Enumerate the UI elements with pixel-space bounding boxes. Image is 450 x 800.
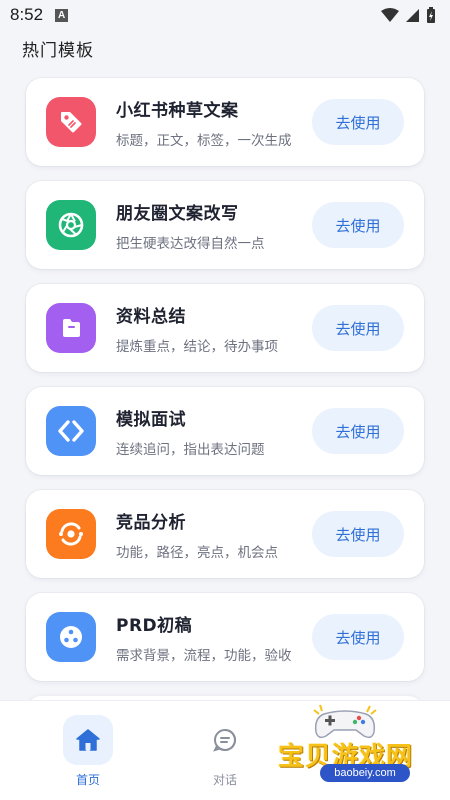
home-icon bbox=[76, 729, 100, 751]
section-title: 热门模板 bbox=[22, 41, 94, 61]
template-icon-box bbox=[46, 303, 96, 353]
status-icons bbox=[381, 6, 436, 24]
use-template-button[interactable]: 去使用 bbox=[312, 408, 404, 454]
template-icon-box bbox=[46, 612, 96, 662]
template-icon-box bbox=[46, 406, 96, 456]
wifi-icon bbox=[381, 7, 399, 22]
nav-chat-icon-box bbox=[200, 715, 250, 765]
template-icon-box bbox=[46, 97, 96, 147]
status-bar: 8:52 A bbox=[0, 0, 450, 30]
template-card[interactable]: 资料总结 提炼重点，结论，待办事项 去使用 bbox=[26, 284, 424, 372]
nav-chat[interactable]: 对话 bbox=[190, 715, 260, 788]
template-card[interactable]: 小红书种草文案 标题，正文，标签，一次生成 去使用 bbox=[26, 78, 424, 166]
use-template-button[interactable]: 去使用 bbox=[312, 99, 404, 145]
watermark-url: baobeiy.com bbox=[320, 764, 410, 782]
template-card[interactable]: 模拟面试 连续追问，指出表达问题 去使用 bbox=[26, 387, 424, 475]
battery-icon bbox=[427, 6, 435, 23]
template-icon-box bbox=[46, 200, 96, 250]
use-template-button[interactable]: 去使用 bbox=[312, 614, 404, 660]
dots-circle-icon bbox=[60, 626, 82, 648]
chat-icon bbox=[213, 729, 236, 752]
watermark: 宝贝游戏网 baobeiy.com bbox=[270, 700, 450, 800]
signal-icon bbox=[406, 8, 419, 22]
folder-icon bbox=[63, 319, 80, 337]
use-template-button[interactable]: 去使用 bbox=[312, 511, 404, 557]
use-template-button[interactable]: 去使用 bbox=[312, 305, 404, 351]
template-card[interactable]: 朋友圈文案改写 把生硬表达改得自然一点 去使用 bbox=[26, 181, 424, 269]
nav-chat-label: 对话 bbox=[212, 773, 237, 787]
tag-icon bbox=[61, 112, 82, 133]
nav-home[interactable]: 首页 bbox=[53, 715, 123, 788]
template-card[interactable]: PRD初稿 需求背景，流程，功能，验收 去使用 bbox=[26, 593, 424, 681]
use-template-button[interactable]: 去使用 bbox=[312, 202, 404, 248]
nav-home-label: 首页 bbox=[75, 773, 100, 787]
aperture-icon bbox=[58, 212, 84, 238]
sync-circle-icon bbox=[59, 522, 83, 546]
notification-icon: A bbox=[55, 8, 69, 22]
code-brackets-icon bbox=[58, 420, 84, 442]
nav-home-icon-box bbox=[63, 715, 113, 765]
status-time: 8:52 bbox=[10, 5, 44, 24]
template-icon-box bbox=[46, 509, 96, 559]
template-card[interactable]: 竞品分析 功能，路径，亮点，机会点 去使用 bbox=[26, 490, 424, 578]
template-list: 小红书种草文案 标题，正文，标签，一次生成 去使用 朋友圈文案改写 把生硬表达改… bbox=[26, 78, 424, 726]
